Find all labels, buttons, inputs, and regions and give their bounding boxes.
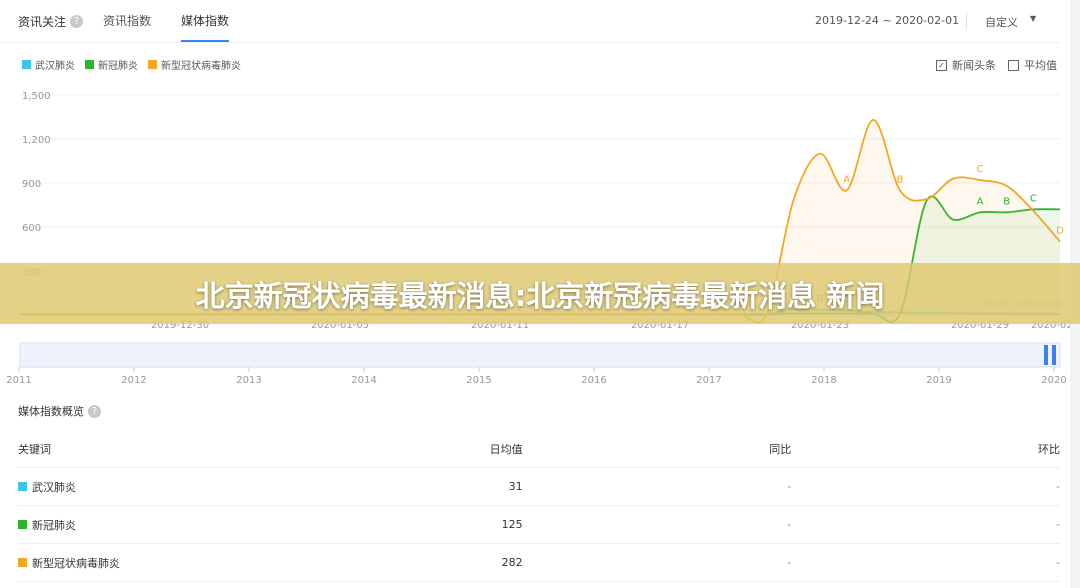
column-header: 环比 bbox=[791, 430, 1060, 468]
daily-average: 31 bbox=[403, 467, 523, 506]
annotation-label: A bbox=[843, 174, 850, 185]
chart-legend: 武汉肺炎 新冠肺炎 新型冠状病毒肺炎 bbox=[22, 57, 251, 72]
keyword: 武汉肺炎 bbox=[32, 480, 76, 494]
news-headlines-checkbox[interactable]: ✓ 新闻头条 bbox=[936, 57, 996, 73]
keyword-swatch bbox=[18, 520, 27, 529]
table-row: 武汉肺炎 31 - - bbox=[18, 467, 1060, 506]
annotation-label: D bbox=[1056, 226, 1064, 237]
custom-range-dropdown[interactable]: 自定义 bbox=[985, 14, 1018, 30]
daily-average: 125 bbox=[403, 505, 523, 544]
navigator-year-label: 2019 bbox=[926, 375, 951, 385]
date-range[interactable]: 2019-12-24 ~ 2020-02-01 bbox=[815, 14, 959, 27]
keyword: 新冠肺炎 bbox=[32, 518, 76, 532]
navigator-year-label: 2012 bbox=[121, 375, 146, 385]
range-navigator bbox=[19, 342, 1061, 368]
tab-news-index[interactable]: 资讯指数 bbox=[103, 0, 151, 42]
average-label: 平均值 bbox=[1024, 59, 1057, 72]
annotation-label: C bbox=[977, 164, 984, 175]
news-headlines-label: 新闻头条 bbox=[952, 59, 996, 72]
navigator-year-label: 2020 bbox=[1041, 375, 1066, 385]
keyword: 新型冠状病毒肺炎 bbox=[32, 556, 120, 570]
overview-title: 媒体指数概览 ? bbox=[18, 403, 101, 419]
tab-news-attention[interactable]: 资讯关注 ? bbox=[18, 13, 84, 30]
yoy-value: - bbox=[522, 467, 792, 506]
y-tick-label: 1,200 bbox=[22, 135, 51, 146]
annotation-label: B bbox=[897, 174, 904, 185]
legend-label: 武汉肺炎 bbox=[35, 61, 75, 72]
media-index-chart: 3006009001,2001,500ABCDABCBC@index.baidu… bbox=[6, 91, 1070, 385]
column-header: 日均值 bbox=[403, 430, 523, 468]
overview-table: 关键词 日均值 同比 环比 武汉肺炎 31 - - 新冠肺炎 125 - - 新… bbox=[18, 430, 1060, 582]
daily-average: 282 bbox=[403, 543, 523, 582]
column-header: 同比 bbox=[522, 430, 792, 468]
navigator-year-label: 2013 bbox=[236, 375, 261, 385]
chart-options: ✓ 新闻头条 平均值 bbox=[936, 57, 1069, 73]
navigator-year-label: 2017 bbox=[696, 375, 721, 385]
average-checkbox[interactable]: 平均值 bbox=[1008, 57, 1057, 73]
navigator-year-label: 2014 bbox=[351, 375, 376, 385]
legend-swatch bbox=[85, 60, 94, 69]
y-tick-label: 1,500 bbox=[22, 91, 51, 102]
banner-text: 北京新冠状病毒最新消息:北京新冠病毒最新消息 新闻 bbox=[195, 278, 885, 313]
mom-value: - bbox=[791, 467, 1060, 506]
table-header-row: 关键词 日均值 同比 环比 bbox=[18, 430, 1060, 468]
question-icon[interactable]: ? bbox=[88, 404, 101, 418]
mom-value: - bbox=[791, 543, 1060, 582]
legend-label: 新型冠状病毒肺炎 bbox=[161, 61, 241, 72]
navigator-year-label: 2016 bbox=[581, 375, 606, 385]
checkbox-checked-icon[interactable]: ✓ bbox=[936, 59, 947, 71]
legend-label: 新冠肺炎 bbox=[98, 61, 138, 72]
checkbox-icon[interactable] bbox=[1008, 59, 1019, 71]
annotation-label: C bbox=[1030, 193, 1037, 204]
y-tick-label: 600 bbox=[22, 223, 41, 234]
legend-swatch bbox=[148, 60, 157, 69]
keyword-swatch bbox=[18, 482, 27, 491]
legend-swatch bbox=[22, 60, 31, 69]
y-tick-label: 900 bbox=[22, 179, 41, 190]
annotation-label: B bbox=[1003, 196, 1010, 207]
table-row: 新冠肺炎 125 - - bbox=[18, 505, 1060, 544]
tab-news-attention-label: 资讯关注 bbox=[18, 14, 67, 29]
navigator-year-label: 2011 bbox=[6, 375, 31, 385]
navigator-year-label: 2018 bbox=[811, 375, 836, 385]
table-row: 新型冠状病毒肺炎 282 - - bbox=[18, 543, 1060, 582]
yoy-value: - bbox=[522, 543, 792, 582]
range-handle-left bbox=[1044, 345, 1048, 365]
legend-item-novel-coronavirus[interactable]: 新型冠状病毒肺炎 bbox=[148, 57, 241, 72]
question-icon[interactable]: ? bbox=[70, 14, 84, 28]
headline-banner: 北京新冠状病毒最新消息:北京新冠病毒最新消息 新闻 bbox=[0, 263, 1080, 324]
overview-title-text: 媒体指数概览 bbox=[18, 405, 84, 418]
tab-bar: 资讯关注 ? 资讯指数 媒体指数 bbox=[18, 0, 230, 42]
keyword-swatch bbox=[18, 558, 27, 567]
yoy-value: - bbox=[522, 505, 792, 544]
mom-value: - bbox=[791, 505, 1060, 544]
legend-item-covid[interactable]: 新冠肺炎 bbox=[85, 57, 138, 72]
column-header: 关键词 bbox=[18, 430, 404, 468]
tab-media-index[interactable]: 媒体指数 bbox=[181, 0, 230, 42]
navigator-year-label: 2015 bbox=[466, 375, 491, 385]
legend-item-wuhan[interactable]: 武汉肺炎 bbox=[22, 57, 75, 72]
caret-down-icon[interactable]: ▼ bbox=[1030, 14, 1036, 23]
annotation-label: A bbox=[977, 196, 984, 207]
tab-divider bbox=[0, 42, 1060, 43]
divider bbox=[966, 13, 967, 29]
range-handle-right bbox=[1052, 345, 1056, 365]
